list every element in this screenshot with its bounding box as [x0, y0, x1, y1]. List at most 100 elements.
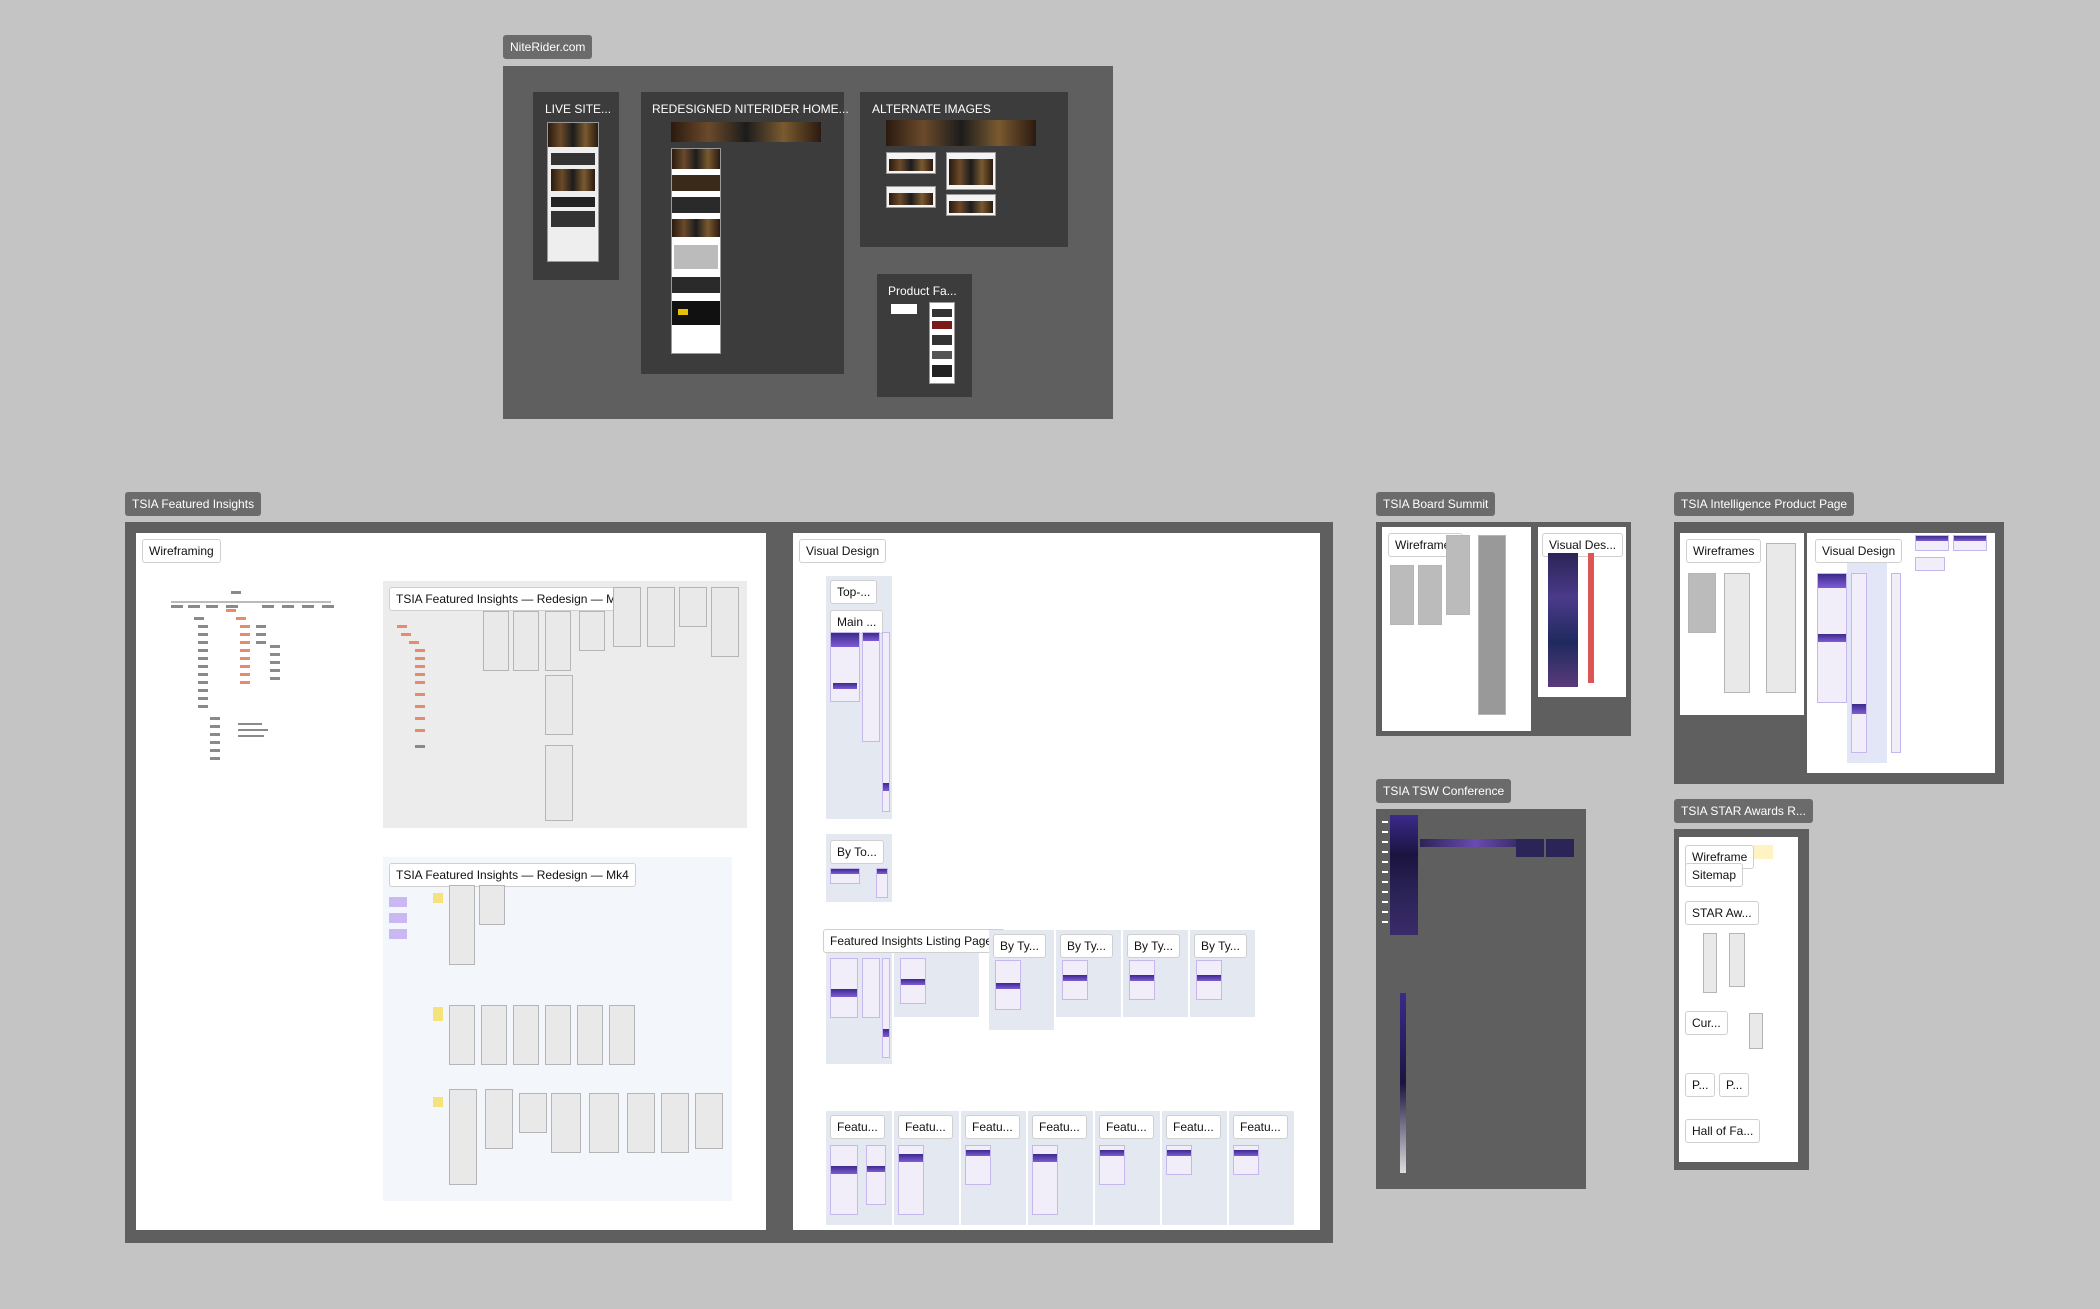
featu-thumb-1b	[866, 1145, 886, 1205]
mk4-wire-7	[577, 1005, 603, 1065]
mk4-wire-3	[449, 1005, 475, 1065]
intelligence-visual-board[interactable]: Visual Design	[1807, 533, 1995, 773]
alternate-images-frame[interactable]: ALTERNATE IMAGES	[860, 92, 1068, 247]
live-site-frame[interactable]: LIVE SITE...	[533, 92, 619, 280]
board-visual-page-thumbnail	[1548, 553, 1578, 687]
board-summit-visual-board[interactable]: Visual Des...	[1538, 527, 1626, 697]
intel-wire-2	[1724, 573, 1750, 693]
by-type-label-1[interactable]: By Ty...	[993, 934, 1046, 958]
star-wire-3	[1749, 1013, 1763, 1049]
featu-thumb-3	[965, 1145, 991, 1185]
mk1-wire-6	[647, 587, 675, 647]
redesign-mk1-frame[interactable]: TSIA Featured Insights — Redesign — Mk1	[383, 581, 747, 828]
featu-lane-7[interactable]: Featu...	[1229, 1111, 1294, 1225]
intel-visual-thumb-a	[1915, 535, 1949, 551]
mk4-wire-6	[545, 1005, 571, 1065]
intel-visual-page-2	[1851, 573, 1867, 753]
featu-thumb-5	[1099, 1145, 1125, 1185]
featu-lane-2[interactable]: Featu...	[894, 1111, 959, 1225]
star-sticky	[1753, 845, 1773, 859]
featu-label-3[interactable]: Featu...	[965, 1115, 1020, 1139]
mk4-note-2	[433, 1007, 443, 1021]
board-summit-wireframes-board[interactable]: Wireframes	[1382, 527, 1531, 731]
by-type-thumb-1	[995, 960, 1021, 1010]
featu-label-5[interactable]: Featu...	[1099, 1115, 1154, 1139]
redesign-mk4-frame[interactable]: TSIA Featured Insights — Redesign — Mk4	[383, 857, 732, 1201]
visual-design-label[interactable]: Visual Design	[799, 539, 887, 563]
featured-insights-listing-pages-label[interactable]: Featured Insights Listing Pages	[823, 929, 1006, 953]
tsw-image-1	[1516, 839, 1544, 857]
top-label[interactable]: Top-...	[830, 580, 878, 604]
by-type-lane-3[interactable]: By Ty...	[1123, 930, 1188, 1017]
featu-lane-5[interactable]: Featu...	[1095, 1111, 1160, 1225]
redesigned-home-frame[interactable]: REDESIGNED NITERIDER HOME...	[641, 92, 849, 374]
live-site-title: LIVE SITE...	[545, 102, 612, 116]
mk4-sticky-2	[389, 913, 407, 923]
featu-lane-4[interactable]: Featu...	[1028, 1111, 1093, 1225]
star-awards-label[interactable]: STAR Aw...	[1685, 901, 1759, 925]
visual-design-board[interactable]: Visual Design Top-... Main ... By To... …	[793, 533, 1320, 1230]
by-topic-label[interactable]: By To...	[830, 840, 884, 864]
tsw-conference-section-tag[interactable]: TSIA TSW Conference	[1376, 779, 1512, 803]
board-wire-3	[1446, 535, 1470, 615]
mk4-wire-11	[519, 1093, 547, 1133]
alternate-hero-image	[886, 120, 1036, 146]
mk4-sticky-3	[389, 929, 407, 939]
by-type-label-4[interactable]: By Ty...	[1194, 934, 1247, 958]
featu-lane-1[interactable]: Featu...	[826, 1111, 892, 1225]
star-p1-label[interactable]: P...	[1685, 1073, 1716, 1097]
star-cur-label[interactable]: Cur...	[1685, 1011, 1728, 1035]
by-topic-lane[interactable]: By To...	[826, 834, 892, 902]
by-type-label-3[interactable]: By Ty...	[1127, 934, 1180, 958]
star-awards-board[interactable]: Wireframe Sitemap STAR Aw... Cur... P...…	[1679, 837, 1798, 1162]
featured-insights-section-frame[interactable]: Wireframing TSIA Featured Insights — Red…	[125, 522, 1333, 1243]
star-awards-section-frame[interactable]: Wireframe Sitemap STAR Aw... Cur... P...…	[1674, 829, 1809, 1170]
featu-label-2[interactable]: Featu...	[898, 1115, 953, 1139]
board-summit-section-tag[interactable]: TSIA Board Summit	[1376, 492, 1496, 516]
mk1-wire-5	[613, 587, 641, 647]
mk4-wire-14	[627, 1093, 655, 1153]
redesign-mk1-label[interactable]: TSIA Featured Insights — Redesign — Mk1	[389, 587, 636, 611]
featured-insights-section-tag[interactable]: TSIA Featured Insights	[125, 492, 262, 516]
star-sitemap-label[interactable]: Sitemap	[1685, 863, 1744, 887]
product-frame[interactable]: Product Fa...	[877, 274, 972, 397]
intelligence-visual-label[interactable]: Visual Design	[1815, 539, 1903, 563]
tsw-conference-section-frame[interactable]	[1376, 809, 1586, 1189]
intelligence-section-tag[interactable]: TSIA Intelligence Product Page	[1674, 492, 1855, 516]
wireframing-board[interactable]: Wireframing TSIA Featured Insights — Red…	[136, 533, 766, 1230]
mk4-wire-5	[513, 1005, 539, 1065]
mk1-wire-4	[579, 611, 605, 651]
featu-label-1[interactable]: Featu...	[830, 1115, 885, 1139]
featu-lane-6[interactable]: Featu...	[1162, 1111, 1227, 1225]
featu-label-6[interactable]: Featu...	[1166, 1115, 1221, 1139]
star-wire-2	[1729, 933, 1745, 987]
top-lane[interactable]: Top-... Main ...	[826, 576, 892, 819]
product-page-thumbnail	[929, 302, 955, 384]
board-summit-section-frame[interactable]: Wireframes Visual Des...	[1376, 522, 1631, 736]
main-label[interactable]: Main ...	[830, 610, 884, 634]
niterider-section-frame[interactable]: LIVE SITE... REDESIGNED NITERIDER HOME..…	[503, 66, 1113, 419]
mk4-note-3	[433, 1097, 443, 1107]
by-type-label-2[interactable]: By Ty...	[1060, 934, 1113, 958]
star-p2-label[interactable]: P...	[1719, 1073, 1750, 1097]
featu-lane-3[interactable]: Featu...	[961, 1111, 1026, 1225]
by-type-lane-1[interactable]: By Ty...	[989, 930, 1054, 1030]
intel-visual-thumb-b	[1953, 535, 1987, 551]
featu-label-4[interactable]: Featu...	[1032, 1115, 1087, 1139]
mk1-wire-7	[679, 587, 707, 627]
star-hall-of-fame-label[interactable]: Hall of Fa...	[1685, 1119, 1761, 1143]
featu-thumb-1	[830, 1145, 858, 1215]
wireframing-label[interactable]: Wireframing	[142, 539, 221, 563]
intelligence-section-frame[interactable]: Wireframes Visual Design	[1674, 522, 2004, 784]
intelligence-wireframes-board[interactable]: Wireframes	[1680, 533, 1804, 715]
mk4-wire-4	[481, 1005, 507, 1065]
by-type-lane-2[interactable]: By Ty...	[1056, 930, 1121, 1017]
mk4-wire-16	[695, 1093, 723, 1149]
featu-label-7[interactable]: Featu...	[1233, 1115, 1288, 1139]
star-awards-section-tag[interactable]: TSIA STAR Awards R...	[1674, 799, 1813, 823]
intelligence-wireframes-label[interactable]: Wireframes	[1686, 539, 1762, 563]
redesign-mk4-label[interactable]: TSIA Featured Insights — Redesign — Mk4	[389, 863, 636, 887]
niterider-section-tag[interactable]: NiteRider.com	[503, 35, 593, 59]
by-type-lane-4[interactable]: By Ty...	[1190, 930, 1255, 1017]
featu-thumb-2	[898, 1145, 924, 1215]
